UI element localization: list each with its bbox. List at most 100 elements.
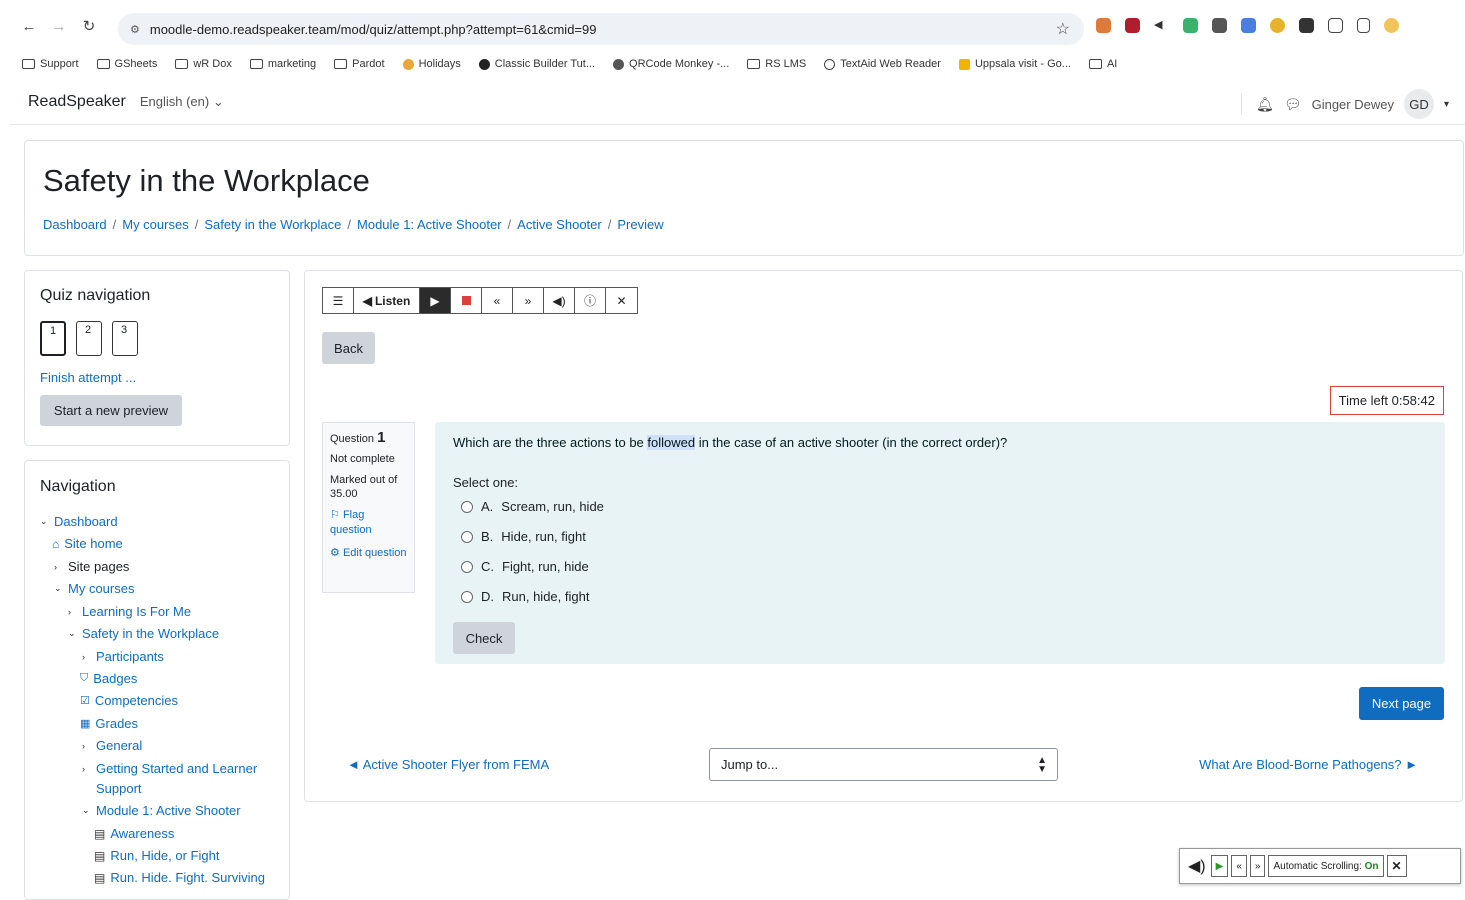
next-activity-link[interactable]: What Are Blood-Borne Pathogens? ► — [1199, 757, 1418, 772]
nav-grades[interactable]: ▦ Grades — [80, 716, 138, 731]
sidepanel-icon[interactable] — [1357, 18, 1370, 33]
nav-getting-started[interactable]: › Getting Started and Learner — [82, 761, 257, 776]
notifications-bell-icon[interactable]: 🔔︎ — [1256, 96, 1274, 113]
speaker-extension-icon[interactable]: ◀ — [1154, 18, 1169, 33]
rewind-icon[interactable]: « — [482, 288, 513, 313]
next-page-button[interactable]: Next page — [1359, 687, 1444, 720]
nav-label: My courses — [68, 581, 135, 596]
nav-safety-in-the-workplace[interactable]: ⌄ Safety in the Workplace — [68, 626, 219, 641]
address-bar[interactable]: ⚙ moodle-demo.readspeaker.team/mod/quiz/… — [118, 13, 1084, 45]
volume-icon[interactable]: ◀) — [544, 288, 575, 313]
nav-label: Getting Started and Learner — [96, 761, 258, 776]
start-new-preview-button[interactable]: Start a new preview — [40, 395, 182, 426]
nav-surviving[interactable]: ▤ Run. Hide. Fight. Surviving — [94, 870, 265, 885]
bookmark-gsheets[interactable]: GSheets — [96, 58, 157, 70]
reload-icon[interactable]: ↻ — [78, 15, 100, 37]
forward-arrow-icon[interactable]: → — [48, 15, 70, 37]
breadcrumb-course[interactable]: Safety in the Workplace — [204, 217, 341, 232]
radio-button[interactable] — [461, 590, 473, 603]
extension-icon[interactable] — [1096, 18, 1111, 33]
automatic-scrolling-toggle[interactable]: Automatic Scrolling: On — [1268, 855, 1384, 877]
nav-participants[interactable]: › Participants — [82, 649, 164, 664]
site-brand[interactable]: ReadSpeaker — [28, 93, 126, 111]
bookmark-star-icon[interactable]: ☆ — [1056, 19, 1070, 39]
breadcrumb-my-courses[interactable]: My courses — [122, 217, 188, 232]
language-menu[interactable]: English (en) ⌄ — [140, 94, 224, 110]
qr-extension-icon[interactable] — [1212, 18, 1227, 33]
nav-site-home[interactable]: ⌂ Site home — [52, 536, 123, 551]
nav-run-hide-fight[interactable]: ▤ Run, Hide, or Fight — [94, 848, 219, 863]
bookmark-ai[interactable]: AI — [1088, 58, 1117, 70]
fast-forward-icon[interactable]: » — [1249, 855, 1266, 877]
breadcrumb-module[interactable]: Module 1: Active Shooter — [357, 217, 502, 232]
radio-button[interactable] — [461, 560, 473, 573]
nav-site-pages[interactable]: › Site pages — [54, 559, 129, 574]
breadcrumb-preview[interactable]: Preview — [617, 217, 663, 232]
question-button-2[interactable]: 2 — [76, 321, 102, 356]
info-icon[interactable]: ⓘ — [575, 288, 606, 313]
site-info-icon[interactable]: ⚙ — [130, 23, 140, 36]
bookmark-rs-lms[interactable]: RS LMS — [747, 58, 806, 70]
bookmark-textaid[interactable]: TextAid Web Reader — [824, 58, 941, 70]
nav-awareness[interactable]: ▤ Awareness — [94, 826, 174, 841]
bookmark-marketing[interactable]: marketing — [249, 58, 316, 70]
nav-learning-is-for-me[interactable]: › Learning Is For Me — [68, 604, 191, 619]
answer-option-a[interactable]: A. Scream, run, hide — [461, 499, 604, 514]
bookmark-support[interactable]: Support — [22, 58, 79, 70]
listen-button[interactable]: ◀ Listen — [354, 288, 420, 313]
flag-question-link[interactable]: ⚐ Flag question — [330, 508, 407, 538]
nav-general[interactable]: › General — [82, 738, 142, 753]
puzzle-icon[interactable] — [1328, 18, 1343, 33]
radio-button[interactable] — [461, 500, 473, 513]
badge-extension-icon[interactable] — [1299, 18, 1314, 33]
answer-option-c[interactable]: C. Fight, run, hide — [461, 559, 589, 574]
play-icon[interactable]: ▶ — [420, 288, 451, 313]
nav-competencies[interactable]: ☑ Competencies — [80, 693, 178, 708]
nav-dashboard[interactable]: ⌄ Dashboard — [40, 514, 118, 529]
messages-icon[interactable]: 💬︎ — [1284, 96, 1302, 113]
nav-my-courses[interactable]: ⌄ My courses — [54, 581, 134, 596]
nav-label: Grades — [95, 716, 139, 731]
finish-attempt-link[interactable]: Finish attempt ... — [40, 370, 136, 385]
back-button[interactable]: Back — [322, 332, 375, 364]
back-arrow-icon[interactable]: ← — [18, 15, 40, 37]
radio-button[interactable] — [461, 530, 473, 543]
edit-question-link[interactable]: ⚙ Edit question — [330, 546, 407, 561]
nav-badges[interactable]: ⛉ Badges — [80, 671, 137, 686]
color-extension-icon[interactable] — [1183, 18, 1198, 33]
chrome-extension-icon[interactable] — [1270, 18, 1285, 33]
avatar[interactable]: GD — [1403, 89, 1434, 119]
home-icon: ⌂ — [52, 536, 60, 551]
bookmark-pardot[interactable]: Pardot — [334, 58, 385, 70]
question-button-3[interactable]: 3 — [112, 321, 138, 356]
chevron-down-icon[interactable]: ▾ — [1444, 99, 1449, 110]
fast-forward-icon[interactable]: » — [513, 288, 544, 313]
bookmark-holidays[interactable]: Holidays — [402, 58, 461, 70]
bookmark-classic-builder[interactable]: Classic Builder Tut... — [478, 58, 595, 70]
check-button[interactable]: Check — [453, 622, 515, 654]
jump-to-select[interactable]: Jump to... ▲ ▼ — [709, 748, 1058, 781]
answer-option-d[interactable]: D. Run, hide, fight — [461, 589, 589, 604]
profile-icon[interactable] — [1384, 18, 1399, 33]
play-icon[interactable]: ▶ — [1210, 855, 1229, 877]
rewind-icon[interactable]: « — [1231, 855, 1247, 877]
answer-option-b[interactable]: B. Hide, run, fight — [461, 529, 586, 544]
close-icon[interactable]: ✕ — [1386, 855, 1407, 877]
volume-icon[interactable]: ◀) — [1188, 856, 1206, 876]
stop-icon[interactable] — [451, 288, 482, 313]
question-button-1[interactable]: 1 — [40, 321, 66, 356]
ublock-icon[interactable] — [1125, 18, 1140, 33]
breadcrumb-dashboard[interactable]: Dashboard — [43, 217, 107, 232]
user-name[interactable]: Ginger Dewey — [1312, 97, 1394, 112]
previous-activity-link[interactable]: ◄ Active Shooter Flyer from FEMA — [347, 757, 549, 772]
breadcrumb-quiz[interactable]: Active Shooter — [517, 217, 602, 232]
listen-label: Listen — [374, 293, 411, 308]
translate-extension-icon[interactable] — [1241, 18, 1256, 33]
bookmark-uppsala[interactable]: Uppsala visit - Go... — [958, 58, 1071, 70]
nav-module-1[interactable]: ⌄ Module 1: Active Shooter — [82, 803, 241, 818]
menu-icon[interactable]: ☰ — [323, 288, 354, 313]
nav-getting-started-cont[interactable]: Support — [96, 781, 142, 796]
close-icon[interactable]: ✕ — [606, 288, 637, 313]
bookmark-wr-dox[interactable]: wR Dox — [175, 58, 232, 70]
bookmark-qrcode-monkey[interactable]: QRCode Monkey -... — [613, 58, 729, 70]
